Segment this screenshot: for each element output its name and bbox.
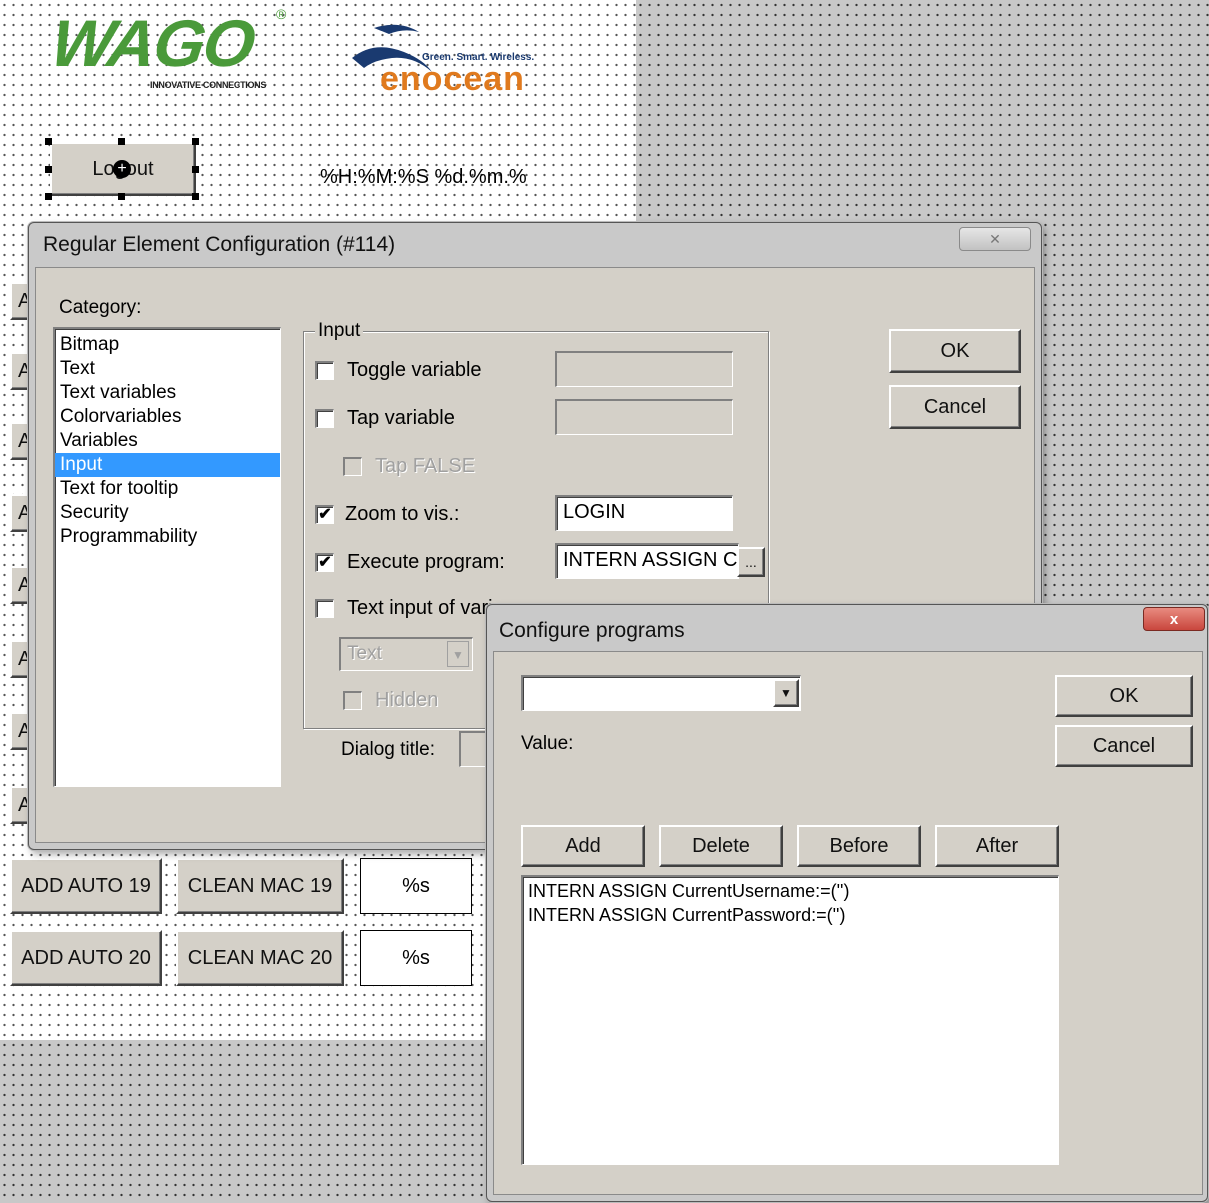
category-label: Category: bbox=[59, 297, 142, 318]
tap-variable-label: Tap variable bbox=[347, 407, 455, 429]
tap-variable-input bbox=[555, 399, 733, 435]
element-config-dialog-title: Regular Element Configuration (#114) bbox=[43, 233, 396, 256]
selection-handle[interactable] bbox=[45, 166, 52, 173]
insert-before-button[interactable]: Before bbox=[797, 825, 921, 867]
dialog-title-label: Dialog title: bbox=[341, 739, 435, 760]
configure-programs-cancel-button[interactable]: Cancel bbox=[1055, 725, 1193, 767]
category-item-input[interactable]: Input bbox=[55, 453, 280, 477]
zoom-to-vis-checkbox[interactable]: ✔ bbox=[315, 505, 334, 524]
execute-program-browse-button[interactable]: ... bbox=[737, 547, 765, 577]
selection-handle[interactable] bbox=[192, 193, 199, 200]
category-item-bitmap[interactable]: Bitmap bbox=[55, 333, 280, 357]
zoom-to-vis-input[interactable]: LOGIN bbox=[555, 495, 733, 531]
selection-handle[interactable] bbox=[192, 138, 199, 145]
configure-programs-ok-button[interactable]: OK bbox=[1055, 675, 1193, 717]
selection-handle[interactable] bbox=[45, 193, 52, 200]
close-icon: ✕ bbox=[989, 230, 1001, 247]
category-item-text-for-tooltip[interactable]: Text for tooltip bbox=[55, 477, 280, 501]
hidden-checkbox bbox=[343, 691, 362, 710]
chevron-down-icon: ▼ bbox=[447, 641, 469, 667]
enocean-wordmark: enocean bbox=[380, 60, 525, 98]
selection-handle[interactable] bbox=[118, 138, 125, 145]
tap-variable-checkbox[interactable] bbox=[315, 409, 334, 428]
tap-false-checkbox bbox=[343, 457, 362, 476]
insert-after-button[interactable]: After bbox=[935, 825, 1059, 867]
add-auto-19-button[interactable]: ADD AUTO 19 bbox=[10, 858, 162, 914]
category-list[interactable]: Bitmap Text Text variables Colorvariables Va… bbox=[53, 327, 281, 787]
add-auto-20-button[interactable]: ADD AUTO 20 bbox=[10, 930, 162, 986]
toggle-variable-checkbox[interactable] bbox=[315, 361, 334, 380]
text-input-label: Text input of vari bbox=[347, 597, 493, 619]
wago-logo-wordmark: WAGO bbox=[46, 6, 259, 80]
program-type-dropdown[interactable] bbox=[521, 675, 801, 711]
execute-program-checkbox[interactable]: ✔ bbox=[315, 553, 334, 572]
category-item-variables[interactable]: Variables bbox=[55, 429, 280, 453]
wago-logo: WAGO INNOVATIVE CONNECTIONS ® bbox=[47, 6, 292, 98]
category-item-colorvariables[interactable]: Colorvariables bbox=[55, 405, 280, 429]
delete-program-button[interactable]: Delete bbox=[659, 825, 783, 867]
element-config-ok-button[interactable]: OK bbox=[889, 329, 1021, 373]
close-icon: x bbox=[1169, 610, 1179, 628]
category-item-text-variables[interactable]: Text variables bbox=[55, 381, 280, 405]
hidden-label: Hidden bbox=[375, 689, 439, 711]
list-item[interactable]: INTERN ASSIGN CurrentPassword:=('') bbox=[528, 903, 1053, 927]
category-item-text[interactable]: Text bbox=[55, 357, 280, 381]
input-group-label: Input bbox=[315, 320, 364, 342]
category-item-security[interactable]: Security bbox=[55, 501, 280, 525]
list-item[interactable]: INTERN ASSIGN CurrentUsername:=('') bbox=[528, 879, 1053, 903]
category-item-programmability[interactable]: Programmability bbox=[55, 525, 280, 549]
add-program-button[interactable]: Add bbox=[521, 825, 645, 867]
selection-handle[interactable] bbox=[118, 193, 125, 200]
configure-programs-dialog: Configure programs x ▼ Value: OK Cancel … bbox=[486, 604, 1208, 1202]
row-20-value-box[interactable]: %s bbox=[360, 930, 472, 986]
enocean-logo: Green. Smart. Wireless. enocean bbox=[344, 10, 574, 100]
value-label: Value: bbox=[521, 733, 574, 754]
program-list[interactable]: INTERN ASSIGN CurrentUsername:=('') INTE… bbox=[521, 875, 1059, 1165]
execute-program-label: Execute program: bbox=[347, 551, 505, 573]
move-cursor-icon: + bbox=[113, 160, 131, 178]
execute-program-input[interactable]: INTERN ASSIGN C bbox=[555, 543, 739, 579]
text-input-checkbox[interactable] bbox=[315, 599, 334, 618]
zoom-to-vis-label: Zoom to vis.: bbox=[345, 503, 460, 525]
element-config-cancel-button[interactable]: Cancel bbox=[889, 385, 1021, 429]
wago-logo-tagline: INNOVATIVE CONNECTIONS bbox=[150, 80, 267, 90]
selection-handle[interactable] bbox=[45, 138, 52, 145]
clean-mac-20-button[interactable]: CLEAN MAC 20 bbox=[176, 930, 344, 986]
chevron-down-icon[interactable]: ▼ bbox=[773, 679, 799, 707]
selection-handle[interactable] bbox=[192, 166, 199, 173]
row-19-value-box[interactable]: %s bbox=[360, 858, 472, 914]
clean-mac-19-button[interactable]: CLEAN MAC 19 bbox=[176, 858, 344, 914]
tap-false-label: Tap FALSE bbox=[375, 455, 476, 477]
toggle-variable-input bbox=[555, 351, 733, 387]
toggle-variable-label: Toggle variable bbox=[347, 359, 482, 381]
configure-programs-close-button[interactable]: x bbox=[1143, 607, 1205, 631]
registered-mark: ® bbox=[276, 6, 287, 22]
datetime-format-text[interactable]: %H:%M:%S %d.%m.% bbox=[320, 166, 527, 189]
element-config-close-button[interactable]: ✕ bbox=[959, 227, 1031, 251]
configure-programs-dialog-title: Configure programs bbox=[499, 619, 685, 642]
